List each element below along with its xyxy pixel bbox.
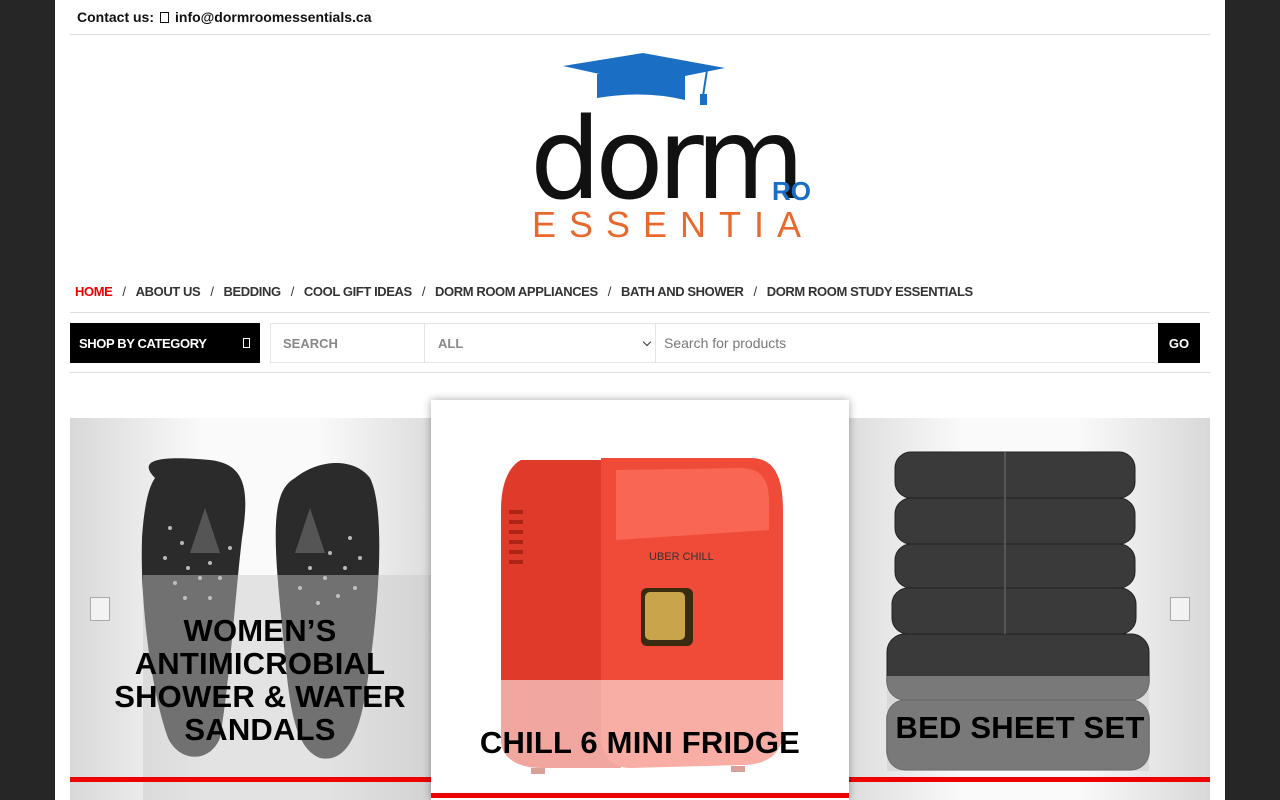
nav-separator: / bbox=[753, 283, 758, 299]
carousel-prev-button[interactable] bbox=[90, 597, 110, 621]
contact-label: Contact us: bbox=[77, 9, 154, 25]
shop-by-category-label: SHOP BY CATEGORY bbox=[79, 335, 207, 351]
category-select[interactable]: ALL bbox=[425, 323, 656, 363]
shop-by-category-button[interactable]: SHOP BY CATEGORY bbox=[70, 323, 260, 363]
nav-about-us[interactable]: ABOUT US bbox=[136, 284, 201, 299]
slide-title-mini-fridge: CHILL 6 MINI FRIDGE bbox=[479, 725, 801, 760]
carousel-slide-mini-fridge[interactable]: UBER CHILL CHILL 6 MINI FRIDGE bbox=[431, 400, 849, 800]
product-search-input[interactable] bbox=[656, 323, 1159, 363]
nav-dorm-room-appliances[interactable]: DORM ROOM APPLIANCES bbox=[435, 284, 598, 299]
category-select-value: ALL bbox=[438, 335, 464, 351]
go-button[interactable]: GO bbox=[1158, 323, 1200, 363]
nav-separator: / bbox=[607, 283, 612, 299]
nav-cool-gift-ideas[interactable]: COOL GIFT IDEAS bbox=[304, 284, 412, 299]
nav-separator: / bbox=[210, 283, 214, 299]
contact-email[interactable]: info@dormroomessentials.ca bbox=[175, 9, 371, 25]
nav-separator: / bbox=[290, 283, 295, 299]
slide-title-sandals: WOMEN’S ANTIMICROBIAL SHOWER & WATER SAN… bbox=[114, 613, 406, 747]
nav-bath-and-shower[interactable]: BATH AND SHOWER bbox=[621, 284, 744, 299]
product-carousel: WOMEN’S ANTIMICROBIAL SHOWER & WATER SAN… bbox=[70, 395, 1210, 800]
nav-dorm-room-study-essentials[interactable]: DORM ROOM STUDY ESSENTIALS bbox=[767, 284, 973, 299]
logo-room: ROOM bbox=[772, 176, 810, 206]
search-label: SEARCH bbox=[270, 323, 425, 363]
nav-bedding[interactable]: BEDDING bbox=[224, 284, 282, 299]
carousel-slide-bed-sheets[interactable]: BED SHEET SET bbox=[830, 418, 1210, 800]
slide-accent-bar bbox=[431, 793, 849, 798]
menu-icon bbox=[243, 338, 250, 348]
carousel-slide-sandals[interactable]: WOMEN’S ANTIMICROBIAL SHOWER & WATER SAN… bbox=[70, 418, 450, 800]
site-logo[interactable]: dorm ROOM ESSENTIALS bbox=[475, 50, 871, 245]
page: Contact us: info@dormroomessentials.ca d… bbox=[55, 0, 1225, 800]
slide-title-bed-sheets: BED SHEET SET bbox=[895, 710, 1145, 745]
search-bar: SHOP BY CATEGORY SEARCH ALL GO bbox=[70, 323, 1210, 373]
envelope-icon bbox=[160, 11, 169, 23]
nav-home[interactable]: HOME bbox=[75, 284, 113, 299]
nav-separator: / bbox=[122, 283, 126, 299]
slide-accent-bar bbox=[830, 777, 1210, 782]
logo-essentials: ESSENTIALS bbox=[532, 204, 810, 245]
main-nav: HOME / ABOUT US / BEDDING / COOL GIFT ID… bbox=[70, 270, 1210, 313]
slide-accent-bar bbox=[70, 777, 450, 782]
nav-separator: / bbox=[421, 283, 426, 299]
fridge-brand-label: UBER CHILL bbox=[649, 551, 714, 563]
carousel-next-button[interactable] bbox=[1170, 597, 1190, 621]
chevron-down-icon bbox=[642, 337, 652, 347]
contact-bar: Contact us: info@dormroomessentials.ca bbox=[70, 0, 1210, 35]
